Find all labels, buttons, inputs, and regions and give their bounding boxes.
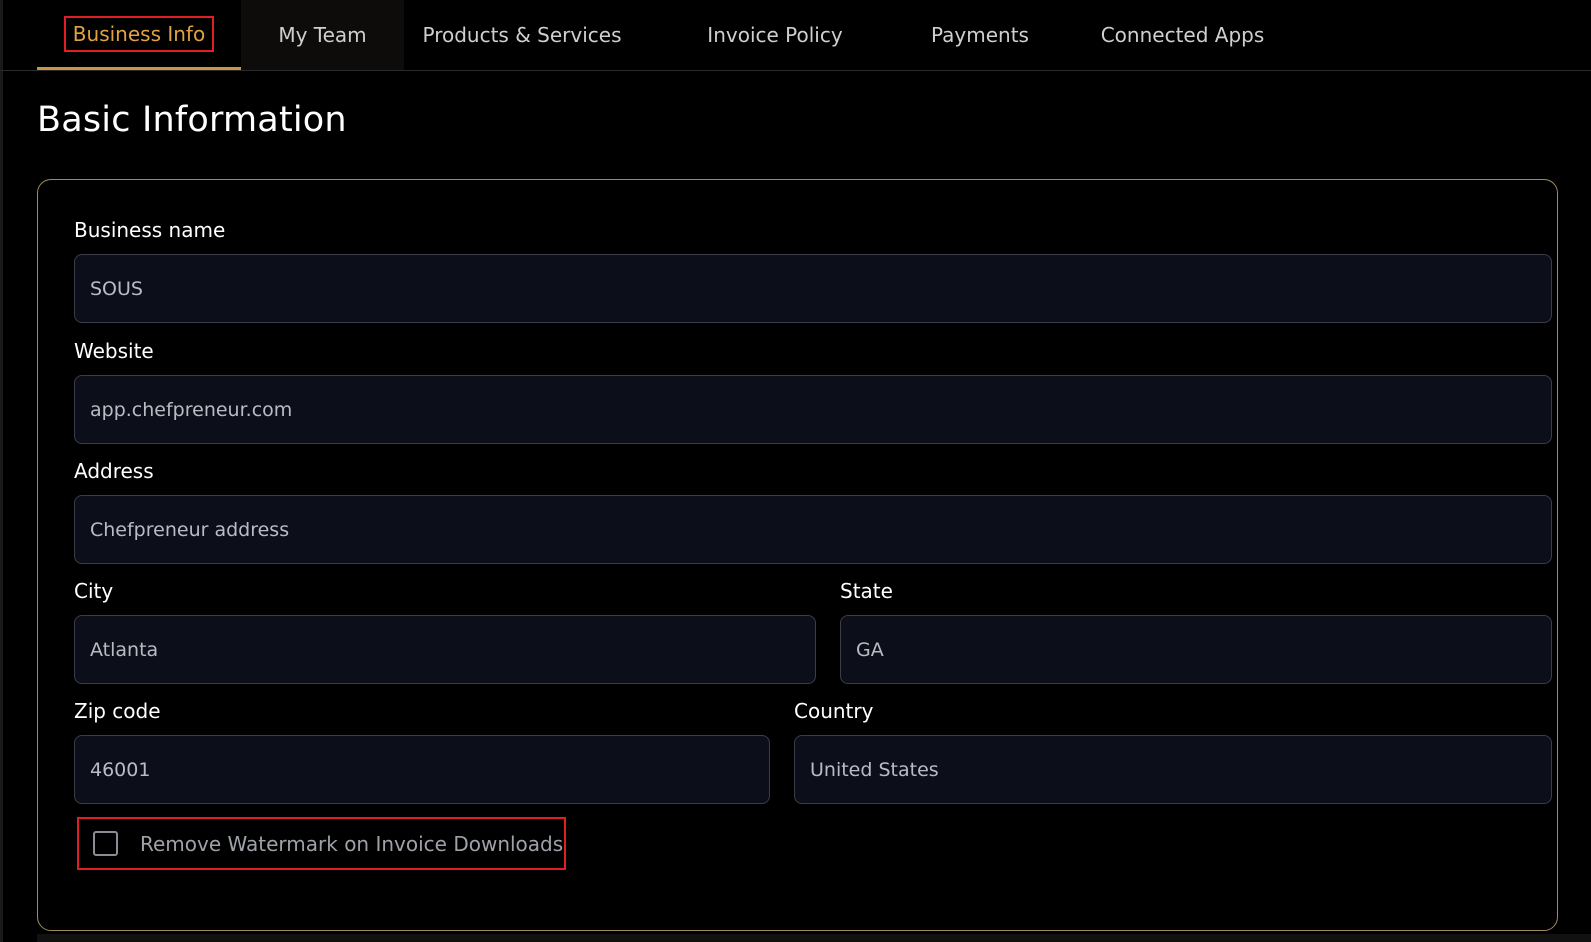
tab-label: Business Info <box>63 15 215 52</box>
bottom-divider <box>37 934 1591 942</box>
tab-invoice-policy[interactable]: Invoice Policy <box>680 0 870 70</box>
country-input[interactable] <box>794 735 1552 804</box>
remove-watermark-checkbox[interactable] <box>93 831 118 856</box>
business-name-input[interactable] <box>74 254 1552 323</box>
left-divider <box>0 0 3 942</box>
business-name-label: Business name <box>74 218 226 242</box>
website-input[interactable] <box>74 375 1552 444</box>
remove-watermark-label: Remove Watermark on Invoice Downloads <box>140 831 564 856</box>
tab-label: Connected Apps <box>1100 23 1265 47</box>
address-label: Address <box>74 459 154 483</box>
city-input[interactable] <box>74 615 816 684</box>
tab-my-team[interactable]: My Team <box>241 0 404 70</box>
state-input[interactable] <box>840 615 1552 684</box>
tab-label: Products & Services <box>422 23 622 47</box>
remove-watermark-option[interactable]: Remove Watermark on Invoice Downloads <box>77 817 566 870</box>
zip-code-label: Zip code <box>74 699 161 723</box>
tab-payments[interactable]: Payments <box>905 0 1055 70</box>
tab-label: Payments <box>931 23 1029 47</box>
settings-page: Business Info My Team Products & Service… <box>0 0 1591 942</box>
settings-tabbar: Business Info My Team Products & Service… <box>0 0 1591 71</box>
tab-products-services[interactable]: Products & Services <box>404 0 640 70</box>
tab-connected-apps[interactable]: Connected Apps <box>1080 0 1285 70</box>
zip-code-input[interactable] <box>74 735 770 804</box>
tab-label: My Team <box>278 23 367 47</box>
address-input[interactable] <box>74 495 1552 564</box>
page-title: Basic Information <box>37 100 347 140</box>
tab-business-info[interactable]: Business Info <box>37 0 241 70</box>
website-label: Website <box>74 339 154 363</box>
city-label: City <box>74 579 114 603</box>
country-label: Country <box>794 699 874 723</box>
tab-label: Invoice Policy <box>707 23 843 47</box>
state-label: State <box>840 579 893 603</box>
